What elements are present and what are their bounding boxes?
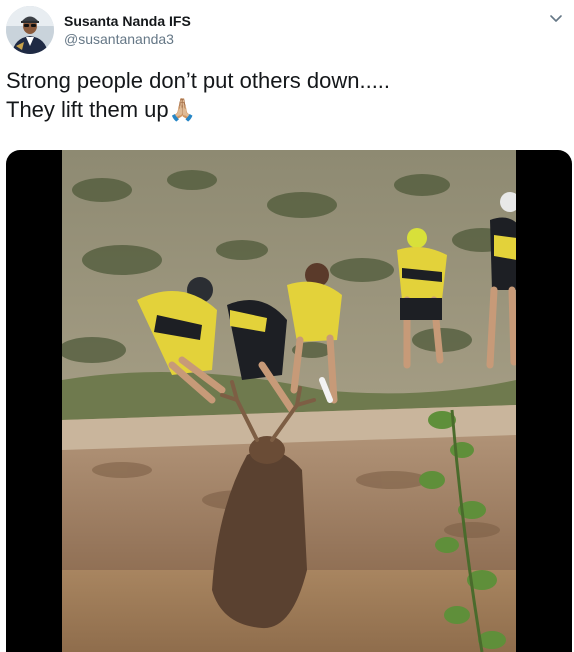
tweet-header: Susanta Nanda IFS @susantananda3	[6, 6, 568, 56]
avatar-photo-icon	[6, 6, 54, 54]
chevron-down-icon[interactable]	[548, 10, 564, 26]
tweet: Susanta Nanda IFS @susantananda3 Strong …	[0, 0, 574, 652]
author-display-name[interactable]: Susanta Nanda IFS	[64, 12, 191, 30]
author-names: Susanta Nanda IFS @susantananda3	[64, 12, 191, 48]
tweet-text-line-2: They lift them up🙏🏼	[6, 95, 566, 124]
avatar[interactable]	[6, 6, 54, 54]
video-thumbnail[interactable]	[62, 150, 516, 652]
tweet-text: Strong people don’t put others down.....…	[6, 66, 566, 124]
folded-hands-emoji: 🙏🏼	[168, 97, 197, 122]
author-handle[interactable]: @susantananda3	[64, 30, 191, 48]
tweet-text-line-2-words: They lift them up	[6, 97, 169, 122]
tweet-media[interactable]	[6, 150, 572, 652]
video-frame-icon	[62, 150, 516, 652]
tweet-text-line-1: Strong people don’t put others down.....	[6, 68, 391, 93]
